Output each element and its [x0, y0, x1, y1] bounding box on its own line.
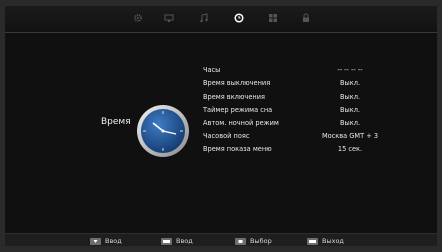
menu-row-label: Автом. ночной режим: [203, 119, 279, 128]
exit-key-icon: [307, 237, 318, 245]
gear-icon: [134, 14, 142, 22]
menu-row-value: -- -- -- --: [337, 66, 363, 75]
menu-row-value: Выкл.: [339, 105, 361, 114]
menu-row-clock[interactable]: Часы -- -- -- --: [203, 64, 393, 77]
hint-exit: Выход: [307, 237, 344, 245]
menu-row-value: 15 сек.: [337, 145, 363, 154]
menu-row-value: Выкл.: [339, 119, 361, 128]
tab-time[interactable]: [233, 12, 245, 24]
menu-row-value: Москва GMT + 3: [321, 132, 379, 141]
hint-label: Ввод: [176, 237, 193, 245]
monitor-icon: [164, 14, 174, 22]
menu-row-time-zone[interactable]: Часовой пояс Москва GMT + 3: [203, 130, 393, 143]
lock-icon: [303, 13, 309, 22]
menu-row-label: Время выключения: [203, 79, 271, 88]
menu-row-value: Выкл.: [339, 79, 361, 88]
hint-label: Выход: [322, 237, 344, 245]
menu-row-label: Таймер режима сна: [203, 105, 273, 114]
section-title: Время: [101, 117, 131, 127]
menu-row-auto-night-mode[interactable]: Автом. ночной режим Выкл.: [203, 117, 393, 130]
menu-row-sleep-timer[interactable]: Таймер режима сна Выкл.: [203, 104, 393, 117]
tab-picture[interactable]: [163, 12, 175, 24]
grid-icon: [269, 14, 277, 22]
clock-icon: [137, 105, 189, 157]
menu-row-label: Часовой пояс: [203, 132, 250, 141]
hint-enter-down: Ввод: [90, 237, 122, 245]
tv-menu-screen: Время Часы -- -- -- -- Время выключения …: [5, 6, 437, 246]
menu-row-off-time[interactable]: Время выключения Выкл.: [203, 77, 393, 90]
menu-row-label: Часы: [203, 66, 221, 75]
music-note-icon: [200, 13, 208, 23]
time-settings-list: Часы -- -- -- -- Время выключения Выкл. …: [203, 64, 393, 156]
hint-label: Ввод: [105, 237, 122, 245]
clock-icon: [234, 13, 244, 23]
tab-settings[interactable]: [132, 12, 144, 24]
down-arrow-key-icon: [90, 237, 101, 245]
menu-row-menu-timeout[interactable]: Время показа меню 15 сек.: [203, 143, 393, 156]
menu-row-label: Время показа меню: [203, 145, 272, 154]
hint-enter-ok: Ввод: [161, 237, 193, 245]
ok-key-icon: [161, 237, 172, 245]
hint-select: Выбор: [235, 237, 272, 245]
key-hint-bar: Ввод Ввод Выбор Выход: [5, 233, 437, 246]
hint-label: Выбор: [250, 237, 272, 245]
menu-tab-bar: [5, 6, 437, 33]
tab-lock[interactable]: [300, 12, 312, 24]
left-right-key-icon: [235, 237, 246, 245]
menu-row-on-time[interactable]: Время включения Выкл.: [203, 90, 393, 103]
menu-row-label: Время включения: [203, 92, 265, 101]
tab-options[interactable]: [267, 12, 279, 24]
tab-sound[interactable]: [198, 12, 210, 24]
menu-row-value: Выкл.: [339, 92, 361, 101]
